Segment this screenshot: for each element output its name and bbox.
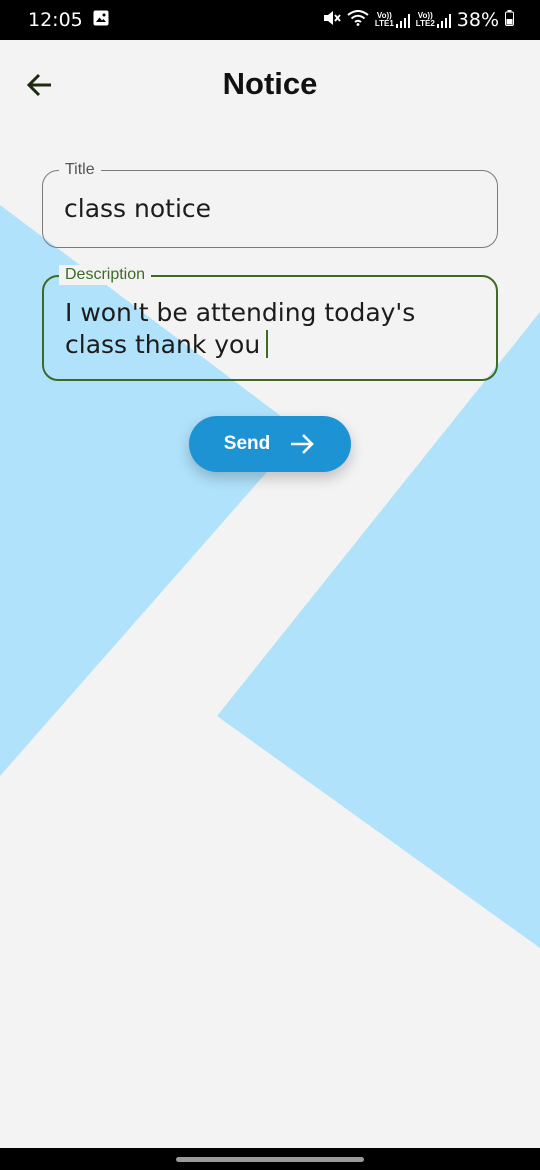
- sim2-signal: Vo)) LTE2: [416, 12, 451, 28]
- signal-bars-icon: [395, 14, 410, 28]
- title-field-label: Title: [59, 160, 101, 180]
- volte1-label: Vo)) LTE1: [374, 11, 394, 28]
- status-time: 12:05: [28, 9, 83, 31]
- title-input[interactable]: class notice: [64, 193, 477, 225]
- page-title: Notice: [222, 66, 318, 101]
- description-text: I won't be attending today's class thank…: [65, 298, 416, 359]
- send-button-label: Send: [223, 433, 271, 454]
- sim1-signal: Vo)) LTE1: [375, 12, 410, 28]
- title-field[interactable]: Title class notice: [42, 160, 498, 248]
- signal-bars-icon: [436, 14, 451, 28]
- text-cursor: [266, 330, 269, 358]
- description-field-label: Description: [59, 265, 152, 285]
- volte2-label: Vo)) LTE2: [415, 11, 435, 28]
- status-bar: 12:05 Vo)) LTE1 Vo)) LTE2 38%: [0, 0, 540, 40]
- mute-icon: [323, 10, 341, 31]
- wifi-icon: [347, 9, 369, 31]
- arrow-right-icon: [291, 434, 315, 454]
- battery-percent: 38%: [456, 9, 499, 31]
- home-indicator[interactable]: [176, 1157, 364, 1162]
- send-button[interactable]: Send: [189, 416, 351, 472]
- battery-icon: [505, 9, 514, 31]
- system-navigation-bar: [0, 1148, 540, 1170]
- app-bar: Notice: [0, 40, 540, 130]
- gallery-notification-icon: [93, 10, 109, 31]
- description-field[interactable]: Description I won't be attending today's…: [42, 265, 498, 381]
- description-input[interactable]: I won't be attending today's class thank…: [65, 297, 476, 361]
